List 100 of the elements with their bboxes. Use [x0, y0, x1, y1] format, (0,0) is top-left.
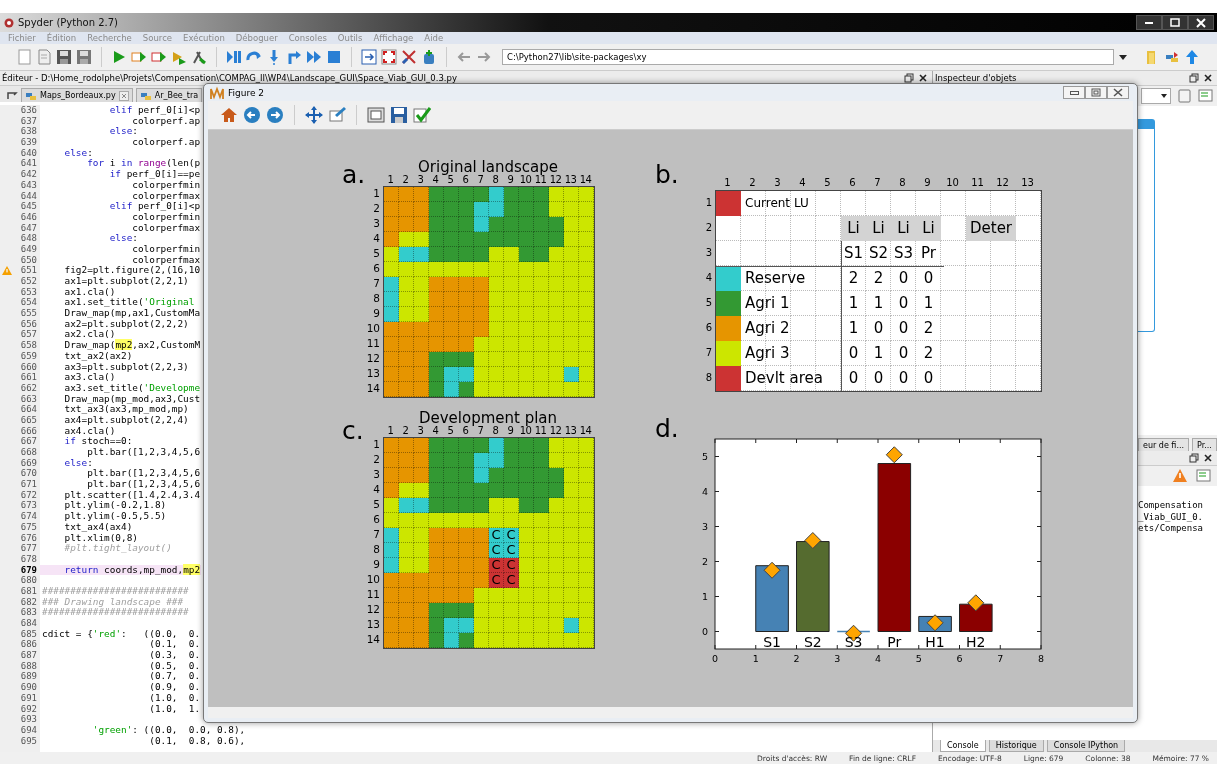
table-value: 1 — [922, 293, 935, 314]
undock-icon[interactable] — [1189, 453, 1199, 463]
run-icon[interactable] — [111, 49, 127, 65]
menu-item[interactable]: Affichage — [373, 33, 414, 43]
minimize-button[interactable] — [1063, 86, 1085, 99]
axis-tick-label: 10 — [519, 425, 532, 437]
map-cell: C — [504, 573, 519, 588]
axis-tick-label: 2 — [704, 221, 713, 235]
menu-item[interactable]: Outils — [337, 33, 363, 43]
code-line: ### Drawing landscape ### — [41, 596, 184, 608]
menu-item[interactable]: Aide — [424, 33, 444, 43]
line-number: 695 — [20, 735, 37, 746]
x-tick-label: 1 — [752, 653, 759, 664]
axis-tick-label: 1 — [386, 425, 395, 437]
debug-file-icon[interactable] — [171, 49, 187, 65]
save-icon[interactable] — [56, 49, 72, 65]
pane-tab[interactable]: eur de fi... — [1138, 438, 1190, 451]
maximize-button[interactable] — [1162, 15, 1188, 30]
stop-icon[interactable] — [326, 49, 342, 65]
console-tab[interactable]: Console IPython — [1046, 740, 1126, 752]
window-title: Figure 2 — [228, 87, 265, 98]
table-value: 0 — [897, 293, 910, 314]
axis-tick-label: 14 — [365, 381, 381, 396]
table-title: Current LU — [744, 195, 810, 212]
run-cell-icon[interactable] — [131, 49, 147, 65]
code-line: cdict = {'red': ((0.0, 0. — [41, 628, 201, 640]
zoom-icon[interactable] — [328, 106, 346, 124]
save-all-icon[interactable] — [76, 49, 92, 65]
column-header: Li — [891, 216, 916, 241]
check-icon[interactable] — [413, 106, 431, 124]
maximize-button[interactable] — [1085, 86, 1107, 99]
axis-tick-label: 6 — [848, 176, 857, 190]
save-icon[interactable] — [390, 106, 408, 124]
bar — [959, 603, 993, 632]
line-number: 659 — [20, 350, 37, 361]
undock-icon[interactable] — [1189, 73, 1199, 83]
pane-tab[interactable]: Pr... — [1192, 438, 1217, 451]
table-value: 0 — [872, 318, 885, 339]
axis-tick-label: 7 — [704, 346, 713, 360]
minimize-button[interactable] — [1136, 15, 1162, 30]
axis-tick-label: 5 — [704, 296, 713, 310]
run-cell-advance-icon[interactable] — [151, 49, 167, 65]
spyder-logo-icon — [4, 17, 14, 28]
editor-tab[interactable]: Maps_Bordeaux.py — [21, 88, 133, 102]
axis-tick-label: 10 — [365, 321, 381, 336]
axis-tick-label: 11 — [534, 425, 547, 437]
code-line: (0.1, 0. — [148, 639, 201, 651]
options-icon[interactable] — [1196, 468, 1211, 484]
source-dropdown[interactable] — [1141, 88, 1171, 104]
axis-tick-label: 13 — [563, 174, 578, 186]
y-tick-label: 3 — [701, 520, 708, 532]
menu-item[interactable]: Exécution — [183, 33, 225, 43]
line-number: 641 — [20, 158, 37, 169]
close-icon — [1112, 87, 1124, 98]
forward-icon[interactable] — [266, 106, 284, 124]
continue-icon[interactable] — [306, 49, 322, 65]
maximize-pane-icon[interactable] — [361, 49, 377, 65]
warning-icon[interactable] — [1172, 468, 1188, 484]
console-tab[interactable]: Console — [940, 740, 986, 752]
axis-tick-label: 6 — [372, 261, 381, 276]
step-return-icon[interactable] — [286, 49, 302, 65]
subplots-icon[interactable] — [367, 106, 385, 124]
back-icon[interactable] — [243, 106, 261, 124]
diamond-marker — [967, 594, 985, 612]
close-tab-icon[interactable] — [118, 90, 129, 101]
menu-item[interactable]: Fichier — [8, 33, 36, 43]
move-icon[interactable] — [305, 106, 323, 124]
menu-item[interactable]: Recherche — [87, 33, 132, 43]
line-number: 688 — [20, 660, 37, 671]
axis-tick-label: 8 — [704, 371, 713, 385]
undock-icon[interactable] — [904, 73, 914, 83]
code-line: ax3.cla() — [63, 372, 116, 383]
axis-tick-label: 12 — [995, 176, 1010, 190]
close-icon[interactable] — [1203, 73, 1213, 83]
fullscreen-icon[interactable] — [381, 49, 397, 65]
editor-tab[interactable]: Ar_Bee_tra — [135, 88, 203, 102]
menu-item[interactable]: Source — [142, 33, 173, 43]
code-line: txt_ax2(ax2) — [63, 350, 133, 362]
up-arrow-icon[interactable] — [1184, 49, 1200, 65]
debug-icon[interactable] — [226, 49, 242, 65]
close-icon[interactable] — [1203, 453, 1213, 463]
home-icon[interactable] — [220, 106, 238, 124]
close-button[interactable] — [1188, 15, 1214, 30]
code-line: else: — [108, 233, 138, 244]
options-icon[interactable] — [1198, 88, 1213, 104]
menu-item[interactable]: Édition — [46, 33, 77, 43]
table-value: 0 — [897, 343, 910, 364]
x-tick-label: 6 — [956, 653, 963, 664]
menu-item[interactable]: Déboguer — [235, 33, 278, 43]
python-icon[interactable] — [1164, 49, 1180, 65]
window-title: Spyder (Python 2.7) — [18, 17, 118, 28]
line-number: 676 — [20, 532, 37, 543]
console-tab[interactable]: Historique — [988, 740, 1044, 752]
close-icon[interactable] — [918, 73, 928, 83]
menu-item[interactable]: Consoles — [288, 33, 327, 43]
close-button[interactable] — [1107, 86, 1129, 99]
line-number: 652 — [20, 276, 37, 286]
path-field[interactable]: C:\Python27\lib\site-packages\xy — [502, 49, 1114, 65]
axis-tick-label: 6 — [704, 321, 713, 335]
axis-tick-label: 10 — [365, 572, 381, 587]
